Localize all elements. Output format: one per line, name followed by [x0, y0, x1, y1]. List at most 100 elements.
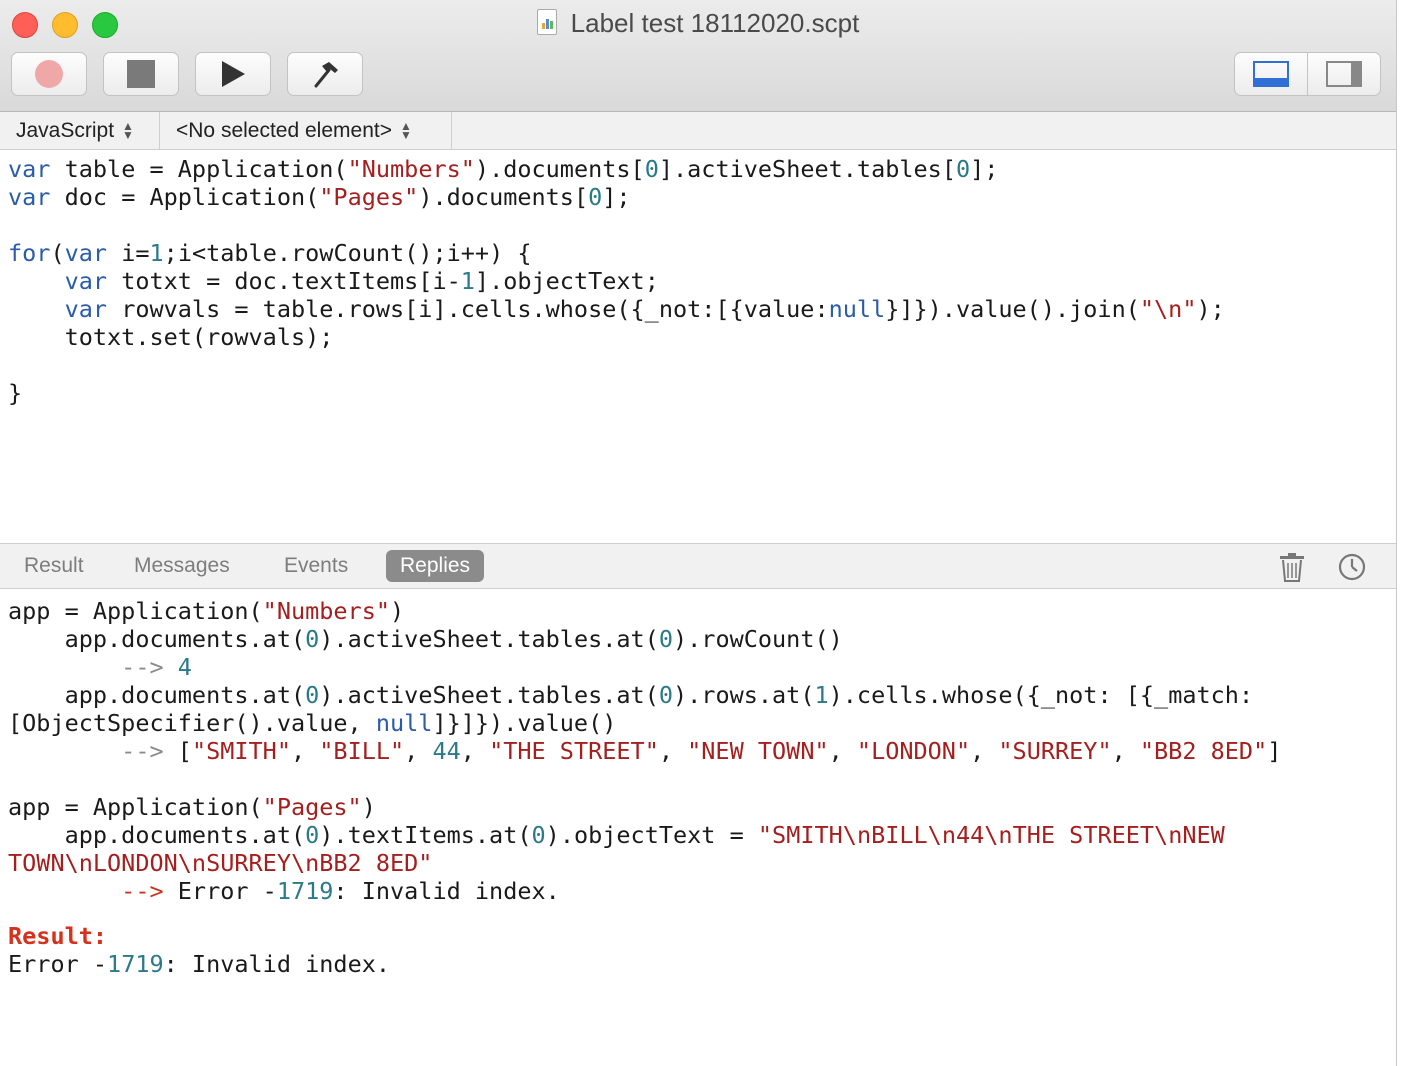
log-line: Result: [8, 922, 1388, 950]
log-token: ).activeSheet.tables.at( [319, 625, 659, 653]
code-token: ); [1196, 295, 1225, 323]
show-bottom-panel-button[interactable] [1235, 53, 1307, 95]
log-line: --> ["SMITH", "BILL", 44, "THE STREET", … [8, 737, 1388, 765]
replies-log[interactable]: app = Application("Numbers") app.documen… [8, 597, 1388, 1037]
code-line: var doc = Application("Pages").documents… [8, 183, 1388, 211]
code-token: ;i<table.rowCount();i++) { [163, 239, 532, 267]
number-token: 0 [531, 821, 546, 849]
compile-button[interactable] [287, 52, 363, 96]
log-token: ] [1267, 737, 1282, 765]
element-popup[interactable]: <No selected element> ▲ ▼ [170, 112, 418, 149]
log-token: , [290, 737, 320, 765]
language-popup-label: JavaScript [16, 118, 115, 142]
trash-icon[interactable] [1277, 552, 1307, 582]
code-line: totxt.set(rowvals); [8, 323, 1388, 351]
log-line: TOWN\nLONDON\nSURREY\nBB2 8ED" [8, 849, 1388, 877]
result-label: Result: [8, 922, 108, 950]
string-token: "THE STREET" [489, 737, 659, 765]
number-token: 0 [305, 821, 320, 849]
stop-button[interactable] [103, 52, 179, 96]
log-token: ).textItems.at( [319, 821, 532, 849]
view-toggle [1234, 52, 1381, 96]
element-popup-label: <No selected element> [176, 118, 392, 142]
play-icon [222, 61, 245, 87]
navigation-bar: JavaScript ▲ ▼ <No selected element> ▲ ▼ [0, 112, 1396, 150]
number-token: 0 [658, 681, 673, 709]
log-line: app.documents.at(0).textItems.at(0).obje… [8, 821, 1388, 849]
run-button[interactable] [195, 52, 271, 96]
number-token: 0 [305, 681, 320, 709]
log-token: ).cells.whose({_not: [{_match: [828, 681, 1254, 709]
window-title: Label test 18112020.scpt [0, 8, 1396, 39]
number-token: 0 [305, 625, 320, 653]
code-token: ]; [602, 183, 631, 211]
log-line: [ObjectSpecifier().value, null]}]}).valu… [8, 709, 1388, 737]
keyword-token: var [64, 295, 108, 323]
log-token: Error - [8, 950, 108, 978]
code-token: doc = Application( [50, 183, 320, 211]
string-token: "\n" [1139, 295, 1197, 323]
navbar-divider [451, 112, 452, 149]
language-popup[interactable]: JavaScript ▲ ▼ [10, 112, 140, 149]
code-token: ( [50, 239, 65, 267]
string-token: "SMITH\nBILL\n44\nTHE STREET\nNEW [757, 821, 1225, 849]
keyword-token: var [64, 267, 108, 295]
string-token: "NEW TOWN" [687, 737, 829, 765]
log-line: --> Error -1719: Invalid index. [8, 877, 1388, 905]
script-editor[interactable]: var table = Application("Numbers").docum… [8, 155, 1388, 535]
number-token: 1719 [107, 950, 164, 978]
keyword-token: var [64, 239, 108, 267]
number-token: 4 [177, 653, 192, 681]
log-line-blank [8, 905, 1388, 922]
clock-icon[interactable] [1337, 552, 1367, 582]
reply-arrow: --> [8, 653, 178, 681]
error-arrow: --> [8, 877, 178, 905]
code-token: ).documents[ [418, 183, 589, 211]
tab-result[interactable]: Result [10, 550, 98, 582]
log-token: app.documents.at( [8, 625, 306, 653]
log-line: app = Application("Numbers") [8, 597, 1388, 625]
number-token: 44 [432, 737, 461, 765]
string-token: "SURREY" [998, 737, 1112, 765]
show-side-panel-button[interactable] [1307, 53, 1380, 95]
string-token: "Pages" [262, 793, 362, 821]
tab-messages[interactable]: Messages [120, 550, 244, 582]
record-button[interactable] [11, 52, 87, 96]
number-token: 1 [460, 267, 475, 295]
string-token: "Numbers" [262, 597, 391, 625]
code-line: for(var i=1;i<table.rowCount();i++) { [8, 239, 1388, 267]
string-token: "Numbers" [347, 155, 475, 183]
code-token: table = Application( [50, 155, 348, 183]
chevron-updown-icon: ▲ ▼ [122, 118, 134, 142]
tab-replies[interactable]: Replies [386, 550, 485, 582]
log-token: [ObjectSpecifier().value, [8, 709, 376, 737]
hammer-icon [314, 62, 338, 88]
log-line: app = Application("Pages") [8, 793, 1388, 821]
navbar-divider [159, 112, 160, 149]
chevron-updown-icon: ▲ ▼ [399, 118, 412, 142]
string-token: "SMITH" [191, 737, 291, 765]
script-editor-window: Label test 18112020.scpt JavaScript ▲ ▼ … [0, 0, 1397, 1066]
code-token: ].activeSheet.tables[ [658, 155, 956, 183]
keyword-token: var [8, 183, 51, 211]
log-token: , [658, 737, 688, 765]
record-icon [35, 60, 63, 88]
title-bar: Label test 18112020.scpt [0, 0, 1396, 112]
tab-events[interactable]: Events [270, 550, 362, 582]
code-token: ].objectText; [474, 267, 659, 295]
window-title-text: Label test 18112020.scpt [570, 8, 860, 38]
code-token: i= [107, 239, 150, 267]
log-token: , [828, 737, 857, 765]
log-line-blank [8, 765, 1388, 793]
log-token: app = Application( [8, 597, 263, 625]
side-panel-icon [1326, 61, 1362, 87]
log-token: , [1111, 737, 1140, 765]
code-line: var table = Application("Numbers").docum… [8, 155, 1388, 183]
log-token: , [404, 737, 433, 765]
code-line: } [8, 379, 1388, 407]
number-token: 0 [955, 155, 971, 183]
number-token: 0 [658, 625, 673, 653]
